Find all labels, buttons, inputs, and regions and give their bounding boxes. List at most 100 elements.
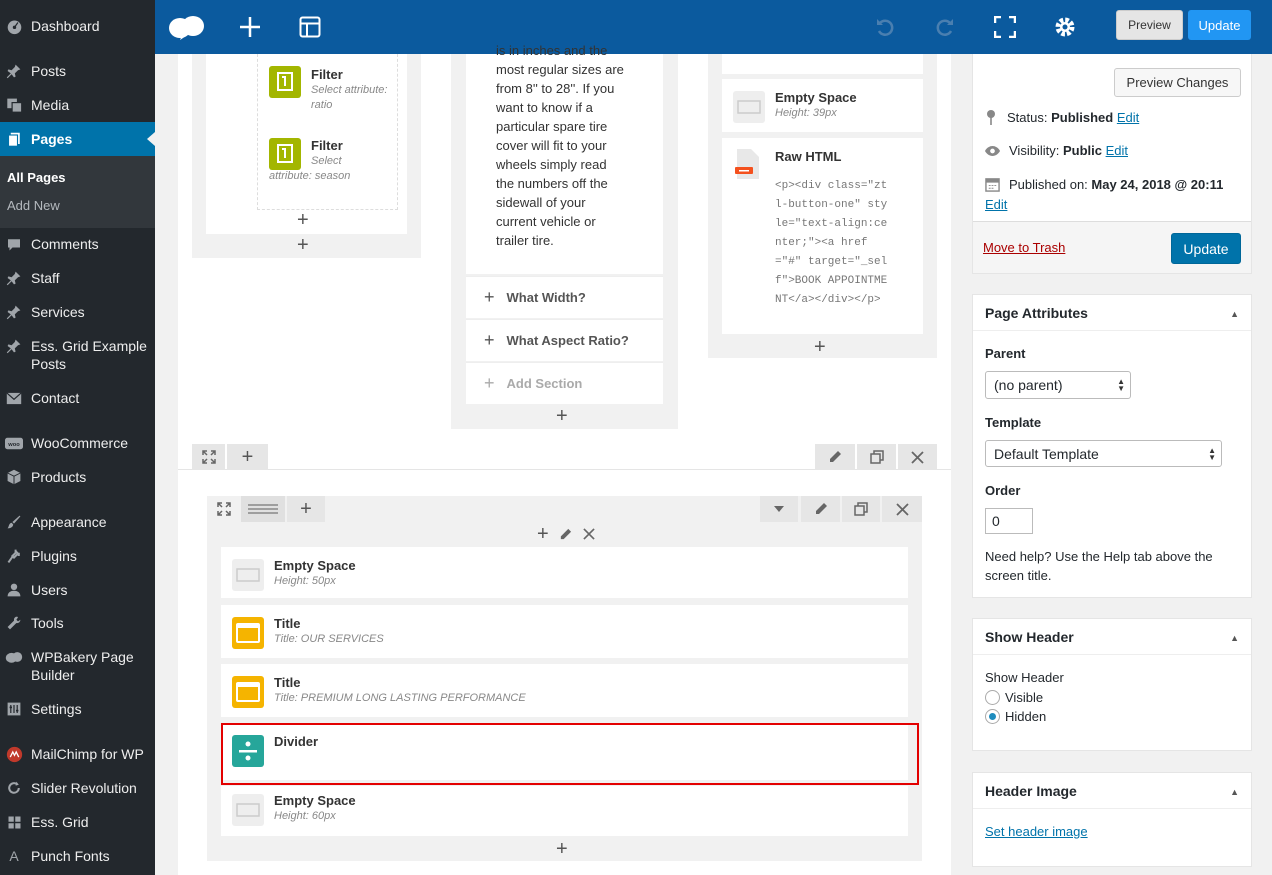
sidebar-item-plugins[interactable]: Plugins [0, 547, 155, 565]
text-line: the numbers off the [496, 176, 608, 191]
sidebar-item-punch-fonts[interactable]: A Punch Fonts [0, 847, 155, 865]
template-select[interactable]: Default Template ▲ ▼ [985, 440, 1222, 467]
sidebar-item-label: Media [31, 97, 70, 113]
element-title: Raw HTML [775, 149, 842, 164]
sidebar-item-products[interactable]: Products [0, 468, 155, 486]
add-element-plus[interactable]: + [556, 839, 568, 859]
order-input[interactable]: 0 [985, 508, 1033, 534]
templates-icon[interactable] [295, 12, 325, 42]
sidebar-item-settings[interactable]: Settings [0, 700, 155, 718]
element-title: Title [274, 675, 301, 690]
code-line: f">BOOK APPOINTME [775, 275, 888, 287]
preview-changes-button[interactable]: Preview Changes [1114, 68, 1241, 97]
set-header-image-link[interactable]: Set header image [985, 824, 1088, 839]
sidebar-item-comments[interactable]: Comments [0, 235, 155, 253]
visibility-label: Visibility: [1009, 143, 1060, 158]
sidebar-item-appearance[interactable]: Appearance [0, 513, 155, 531]
text-line: trailer tire. [496, 233, 554, 248]
add-element-plus[interactable]: + [556, 406, 568, 426]
empty-space-element[interactable]: Empty Space Height: 60px [221, 786, 908, 836]
add-element-plus[interactable]: + [297, 235, 309, 255]
element-title: Empty Space [274, 793, 356, 808]
sidebar-item-tools[interactable]: Tools [0, 614, 155, 632]
sidebar-item-dashboard[interactable]: Dashboard [0, 17, 155, 35]
sidebar-item-pages[interactable]: Pages [0, 122, 155, 156]
undo-icon[interactable] [870, 12, 900, 42]
title-element[interactable]: Title Title: PREMIUM LONG LASTING PERFOR… [221, 664, 908, 717]
published-edit-link[interactable]: Edit [985, 197, 1007, 212]
title-element[interactable]: Title Title: OUR SERVICES [221, 605, 908, 658]
edit-section-button[interactable] [801, 496, 840, 522]
column-layout-button[interactable] [241, 496, 285, 522]
sidebar-item-users[interactable]: Users [0, 581, 155, 599]
sidebar-item-ess-grid-posts[interactable]: Ess. Grid Example Posts [0, 337, 155, 373]
section-title: What Width? [506, 290, 586, 305]
edit-column-icon[interactable] [559, 528, 572, 541]
accordion-section[interactable]: + What Aspect Ratio? [466, 319, 663, 361]
radio-visible[interactable]: Visible [985, 690, 1043, 705]
show-header-header[interactable]: Show Header ▲ [973, 619, 1251, 655]
add-element-icon[interactable] [235, 12, 265, 42]
delete-row-button[interactable] [898, 444, 937, 470]
add-column-button[interactable]: + [287, 496, 325, 522]
edit-row-button[interactable] [815, 444, 855, 470]
wpbakery-logo-icon[interactable] [167, 12, 207, 42]
parent-select[interactable]: (no parent) ▲ ▼ [985, 371, 1131, 399]
builder-toolbar: Preview Update [155, 0, 1272, 54]
clone-row-button[interactable] [857, 444, 896, 470]
sidebar-item-wpbakery[interactable]: WPBakery Page Builder [0, 648, 155, 684]
empty-space-icon [232, 559, 264, 591]
gear-icon[interactable] [1050, 12, 1080, 42]
template-value: Default Template [994, 445, 1099, 462]
page-attributes-header[interactable]: Page Attributes ▲ [973, 295, 1251, 331]
sidebar-item-slider-revolution[interactable]: Slider Revolution [0, 779, 155, 797]
header-image-header[interactable]: Header Image ▲ [973, 773, 1251, 809]
empty-space-element[interactable]: Empty Space Height: 50px [221, 547, 908, 598]
row-drag-handle[interactable] [192, 444, 225, 470]
grid-icon [4, 813, 24, 831]
delete-column-icon[interactable] [583, 528, 595, 540]
add-element-icon[interactable]: + [537, 524, 549, 544]
clone-section-button[interactable] [842, 496, 880, 522]
accordion-section[interactable]: + What Width? [466, 276, 663, 318]
add-section-button[interactable]: + Add Section [466, 362, 663, 404]
sidebar-item-posts[interactable]: Posts [0, 62, 155, 80]
sidebar-item-mailchimp[interactable]: MailChimp for WP [0, 745, 155, 763]
visibility-edit-link[interactable]: Edit [1106, 143, 1128, 158]
cloud-icon [4, 648, 24, 666]
code-line: le="text-align:ce [775, 218, 888, 230]
fullscreen-icon[interactable] [990, 12, 1020, 42]
add-element-plus[interactable]: + [297, 210, 309, 230]
published-label: Published on: [1009, 177, 1088, 192]
submenu-add-new[interactable]: Add New [7, 198, 60, 213]
sidebar-item-contact[interactable]: Contact [0, 389, 155, 407]
code-line: <p><div class="zt [775, 180, 888, 192]
update-button-top[interactable]: Update [1188, 10, 1251, 40]
sidebar-item-staff[interactable]: Staff [0, 269, 155, 287]
preview-button[interactable]: Preview [1116, 10, 1183, 40]
text-block-content: is in inches and the most regular sizes a… [496, 41, 656, 250]
move-to-trash-link[interactable]: Move to Trash [983, 240, 1065, 255]
sidebar-item-woocommerce[interactable]: woo WooCommerce [0, 434, 155, 452]
radio-hidden[interactable]: Hidden [985, 709, 1046, 724]
status-edit-link[interactable]: Edit [1117, 110, 1139, 125]
text-line: is in inches and the [496, 43, 608, 58]
element-subtitle: Title: OUR SERVICES [274, 633, 384, 645]
refresh-icon [4, 779, 24, 797]
sidebar-item-services[interactable]: Services [0, 303, 155, 321]
add-column-button[interactable]: + [227, 444, 268, 470]
submenu-all-pages[interactable]: All Pages [7, 170, 66, 185]
collapse-arrow-icon: ▲ [1230, 787, 1239, 797]
redo-icon[interactable] [930, 12, 960, 42]
add-element-plus[interactable]: + [814, 337, 826, 357]
pin-icon [4, 62, 24, 80]
sidebar-item-media[interactable]: Media [0, 96, 155, 114]
collapse-arrow-icon: ▲ [1230, 309, 1239, 319]
toggle-section-button[interactable] [760, 496, 798, 522]
sidebar-item-ess-grid[interactable]: Ess. Grid [0, 813, 155, 831]
radio-button-checked [985, 709, 1000, 724]
delete-section-button[interactable] [882, 496, 922, 522]
update-button[interactable]: Update [1171, 233, 1241, 264]
sidebar-item-label: Tools [31, 615, 64, 631]
section-drag-handle[interactable] [207, 496, 240, 522]
